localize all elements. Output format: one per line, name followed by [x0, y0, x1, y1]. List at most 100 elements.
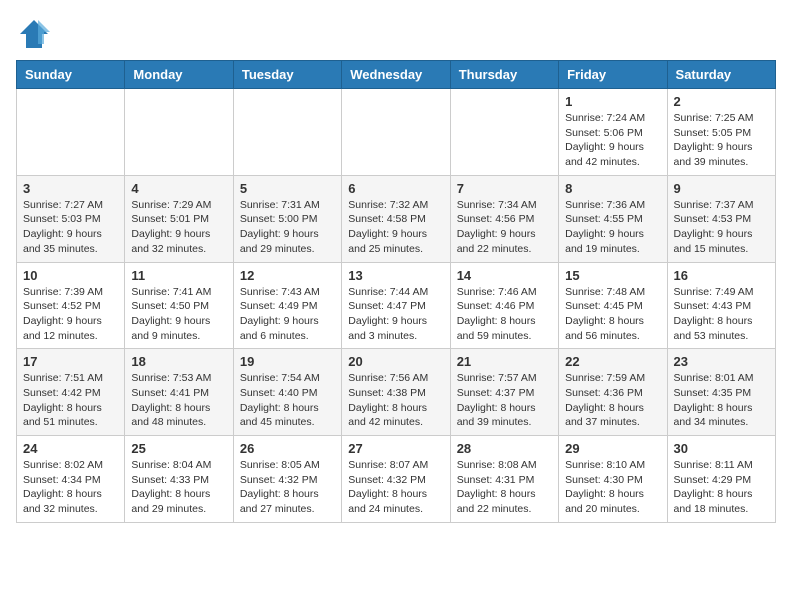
weekday-header: Thursday	[450, 61, 558, 89]
calendar-week-row: 17 Sunrise: 7:51 AM Sunset: 4:42 PM Dayli…	[17, 349, 776, 436]
calendar-week-row: 1 Sunrise: 7:24 AM Sunset: 5:06 PM Daylig…	[17, 89, 776, 176]
weekday-header: Sunday	[17, 61, 125, 89]
day-number: 18	[131, 354, 226, 369]
day-info: Sunrise: 7:27 AM Sunset: 5:03 PM Dayligh…	[23, 198, 118, 257]
calendar-cell: 2Sunrise: 7:25 AM Sunset: 5:05 PM Daylig…	[667, 89, 775, 176]
day-number: 30	[674, 441, 769, 456]
calendar-cell: 11 Sunrise: 7:41 AM Sunset: 4:50 PM Dayli…	[125, 262, 233, 349]
day-number: 6	[348, 181, 443, 196]
day-number: 14	[457, 268, 552, 283]
calendar-cell	[125, 89, 233, 176]
day-info: Sunrise: 7:39 AM Sunset: 4:52 PM Dayligh…	[23, 285, 118, 344]
day-number: 27	[348, 441, 443, 456]
calendar-cell: 24 Sunrise: 8:02 AM Sunset: 4:34 PM Dayli…	[17, 436, 125, 523]
day-info: Sunrise: 8:04 AM Sunset: 4:33 PM Dayligh…	[131, 458, 226, 517]
day-number: 13	[348, 268, 443, 283]
calendar-cell: 17 Sunrise: 7:51 AM Sunset: 4:42 PM Dayli…	[17, 349, 125, 436]
calendar-cell: 26 Sunrise: 8:05 AM Sunset: 4:32 PM Dayli…	[233, 436, 341, 523]
calendar-body: 1 Sunrise: 7:24 AM Sunset: 5:06 PM Daylig…	[17, 89, 776, 523]
day-number: 7	[457, 181, 552, 196]
day-number: 28	[457, 441, 552, 456]
day-info: Sunrise: 7:49 AM Sunset: 4:43 PM Dayligh…	[674, 285, 769, 344]
day-info: Sunrise: 7:43 AM Sunset: 4:49 PM Dayligh…	[240, 285, 335, 344]
day-info: Sunrise: 8:02 AM Sunset: 4:34 PM Dayligh…	[23, 458, 118, 517]
logo-icon	[16, 16, 52, 52]
day-number: 21	[457, 354, 552, 369]
calendar-cell: 3 Sunrise: 7:27 AM Sunset: 5:03 PM Daylig…	[17, 175, 125, 262]
day-info: Sunrise: 7:59 AM Sunset: 4:36 PM Dayligh…	[565, 371, 660, 430]
day-number: 1	[565, 94, 660, 109]
day-info: Sunrise: 7:24 AM Sunset: 5:06 PM Dayligh…	[565, 111, 660, 170]
calendar-cell: 6 Sunrise: 7:32 AM Sunset: 4:58 PM Daylig…	[342, 175, 450, 262]
day-number: 23	[674, 354, 769, 369]
calendar-cell	[233, 89, 341, 176]
calendar-week-row: 10Sunrise: 7:39 AM Sunset: 4:52 PM Dayli…	[17, 262, 776, 349]
day-info: Sunrise: 7:46 AM Sunset: 4:46 PM Dayligh…	[457, 285, 552, 344]
calendar-cell: 29Sunrise: 8:10 AM Sunset: 4:30 PM Dayli…	[559, 436, 667, 523]
weekday-header: Friday	[559, 61, 667, 89]
calendar-cell: 10Sunrise: 7:39 AM Sunset: 4:52 PM Dayli…	[17, 262, 125, 349]
calendar-cell: 16 Sunrise: 7:49 AM Sunset: 4:43 PM Dayli…	[667, 262, 775, 349]
calendar-cell: 13 Sunrise: 7:44 AM Sunset: 4:47 PM Dayli…	[342, 262, 450, 349]
day-info: Sunrise: 8:05 AM Sunset: 4:32 PM Dayligh…	[240, 458, 335, 517]
day-info: Sunrise: 7:54 AM Sunset: 4:40 PM Dayligh…	[240, 371, 335, 430]
day-number: 4	[131, 181, 226, 196]
day-number: 22	[565, 354, 660, 369]
calendar-cell	[342, 89, 450, 176]
calendar-cell: 28Sunrise: 8:08 AM Sunset: 4:31 PM Dayli…	[450, 436, 558, 523]
day-number: 8	[565, 181, 660, 196]
day-info: Sunrise: 7:44 AM Sunset: 4:47 PM Dayligh…	[348, 285, 443, 344]
day-info: Sunrise: 8:10 AM Sunset: 4:30 PM Dayligh…	[565, 458, 660, 517]
calendar-cell: 22 Sunrise: 7:59 AM Sunset: 4:36 PM Dayli…	[559, 349, 667, 436]
calendar-cell: 23 Sunrise: 8:01 AM Sunset: 4:35 PM Dayli…	[667, 349, 775, 436]
weekday-header: Tuesday	[233, 61, 341, 89]
calendar-cell: 5Sunrise: 7:31 AM Sunset: 5:00 PM Daylig…	[233, 175, 341, 262]
day-info: Sunrise: 8:07 AM Sunset: 4:32 PM Dayligh…	[348, 458, 443, 517]
day-info: Sunrise: 7:57 AM Sunset: 4:37 PM Dayligh…	[457, 371, 552, 430]
calendar-cell: 9 Sunrise: 7:37 AM Sunset: 4:53 PM Daylig…	[667, 175, 775, 262]
day-info: Sunrise: 7:48 AM Sunset: 4:45 PM Dayligh…	[565, 285, 660, 344]
weekday-header: Saturday	[667, 61, 775, 89]
day-info: Sunrise: 7:53 AM Sunset: 4:41 PM Dayligh…	[131, 371, 226, 430]
calendar-table: SundayMondayTuesdayWednesdayThursdayFrid…	[16, 60, 776, 523]
weekday-row: SundayMondayTuesdayWednesdayThursdayFrid…	[17, 61, 776, 89]
calendar-cell: 15 Sunrise: 7:48 AM Sunset: 4:45 PM Dayli…	[559, 262, 667, 349]
calendar-cell: 8Sunrise: 7:36 AM Sunset: 4:55 PM Daylig…	[559, 175, 667, 262]
day-number: 11	[131, 268, 226, 283]
calendar-cell: 1 Sunrise: 7:24 AM Sunset: 5:06 PM Daylig…	[559, 89, 667, 176]
day-number: 25	[131, 441, 226, 456]
calendar-header: SundayMondayTuesdayWednesdayThursdayFrid…	[17, 61, 776, 89]
calendar-week-row: 3 Sunrise: 7:27 AM Sunset: 5:03 PM Daylig…	[17, 175, 776, 262]
day-number: 24	[23, 441, 118, 456]
day-info: Sunrise: 7:29 AM Sunset: 5:01 PM Dayligh…	[131, 198, 226, 257]
weekday-header: Wednesday	[342, 61, 450, 89]
day-info: Sunrise: 8:11 AM Sunset: 4:29 PM Dayligh…	[674, 458, 769, 517]
day-number: 15	[565, 268, 660, 283]
day-number: 3	[23, 181, 118, 196]
calendar-cell: 18 Sunrise: 7:53 AM Sunset: 4:41 PM Dayli…	[125, 349, 233, 436]
day-number: 12	[240, 268, 335, 283]
day-info: Sunrise: 7:31 AM Sunset: 5:00 PM Dayligh…	[240, 198, 335, 257]
day-info: Sunrise: 7:34 AM Sunset: 4:56 PM Dayligh…	[457, 198, 552, 257]
page-header	[16, 16, 776, 52]
logo	[16, 16, 56, 52]
calendar-cell: 12 Sunrise: 7:43 AM Sunset: 4:49 PM Dayli…	[233, 262, 341, 349]
day-number: 2	[674, 94, 769, 109]
calendar-cell: 30 Sunrise: 8:11 AM Sunset: 4:29 PM Dayli…	[667, 436, 775, 523]
calendar-cell	[450, 89, 558, 176]
day-info: Sunrise: 7:41 AM Sunset: 4:50 PM Dayligh…	[131, 285, 226, 344]
day-info: Sunrise: 7:51 AM Sunset: 4:42 PM Dayligh…	[23, 371, 118, 430]
day-number: 20	[348, 354, 443, 369]
calendar-week-row: 24 Sunrise: 8:02 AM Sunset: 4:34 PM Dayli…	[17, 436, 776, 523]
calendar-cell	[17, 89, 125, 176]
day-number: 9	[674, 181, 769, 196]
day-number: 26	[240, 441, 335, 456]
calendar-cell: 20 Sunrise: 7:56 AM Sunset: 4:38 PM Dayli…	[342, 349, 450, 436]
day-info: Sunrise: 7:56 AM Sunset: 4:38 PM Dayligh…	[348, 371, 443, 430]
day-number: 17	[23, 354, 118, 369]
calendar-cell: 7 Sunrise: 7:34 AM Sunset: 4:56 PM Daylig…	[450, 175, 558, 262]
day-number: 16	[674, 268, 769, 283]
day-info: Sunrise: 8:01 AM Sunset: 4:35 PM Dayligh…	[674, 371, 769, 430]
day-info: Sunrise: 7:32 AM Sunset: 4:58 PM Dayligh…	[348, 198, 443, 257]
day-info: Sunrise: 7:37 AM Sunset: 4:53 PM Dayligh…	[674, 198, 769, 257]
